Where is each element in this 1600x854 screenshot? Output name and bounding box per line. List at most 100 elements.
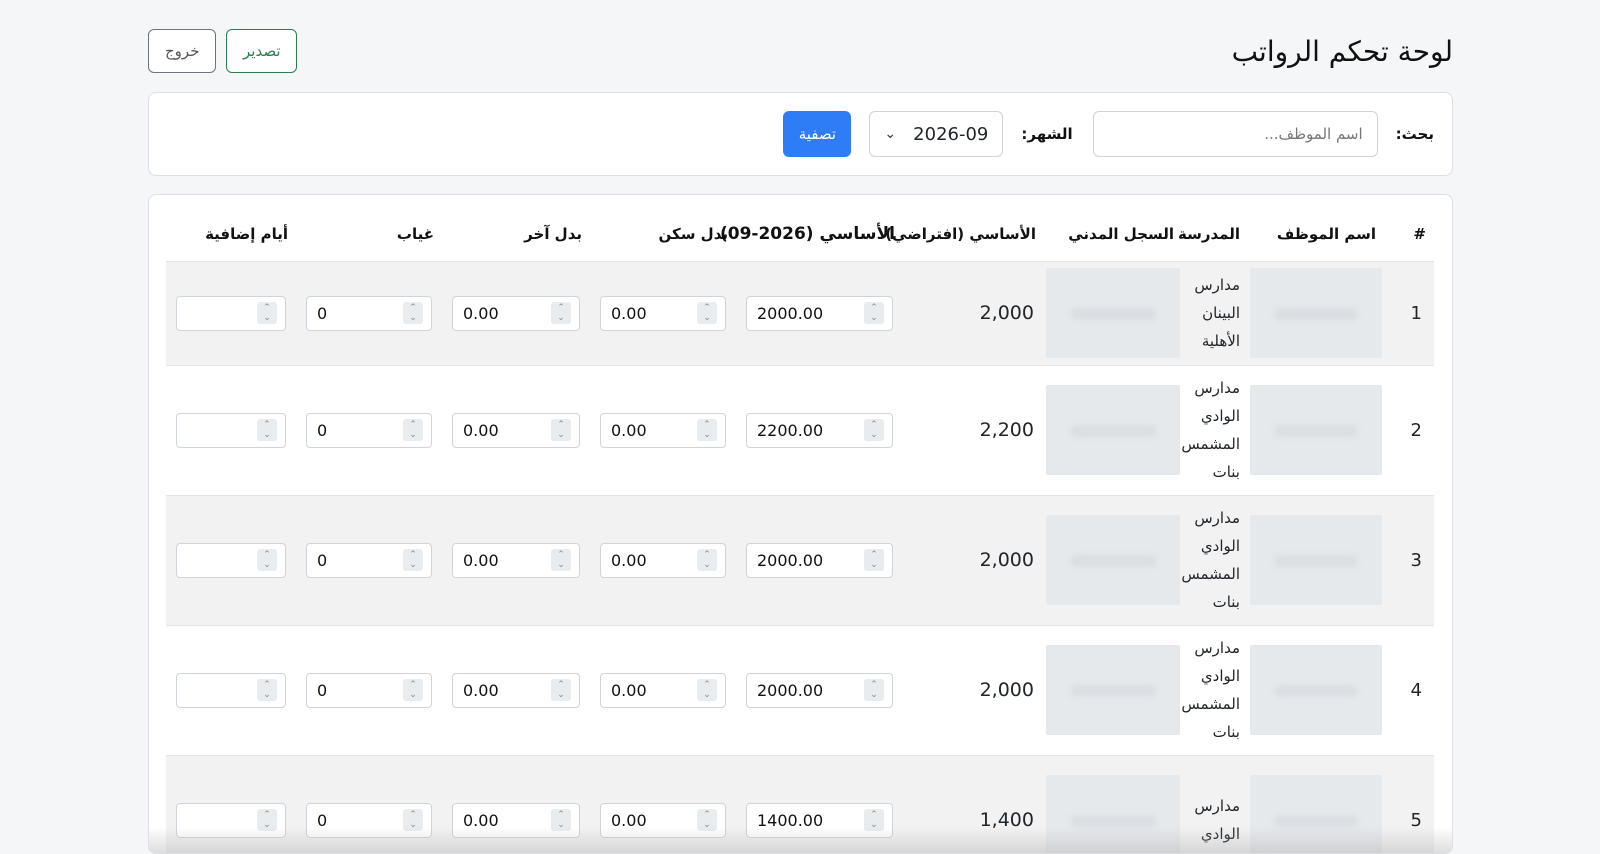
other-allowance-input[interactable]: 0.00 ⌃ ⌄	[452, 542, 580, 578]
housing-allowance-value: 0.00	[611, 680, 647, 700]
spinner-icon[interactable]: ⌃ ⌄	[697, 809, 717, 831]
redacted-civil-record	[1046, 268, 1180, 358]
school-name-line: مدارس	[1194, 639, 1240, 657]
top-bar: لوحة تحكم الرواتب خروج تصدير	[148, 24, 1453, 78]
other-allowance-input[interactable]: 0.00 ⌃ ⌄	[452, 295, 580, 331]
housing-allowance-value: 0.00	[611, 810, 647, 830]
spinner-icon[interactable]: ⌃ ⌄	[403, 679, 423, 701]
absence-input[interactable]: 0 ⌃ ⌄	[306, 672, 432, 708]
overtime-days-cell: ⌃ ⌄	[166, 365, 296, 496]
spinner-icon[interactable]: ⌃ ⌄	[257, 549, 277, 571]
overtime-days-input[interactable]: ⌃ ⌄	[176, 802, 286, 838]
housing-allowance-input[interactable]: 0.00 ⌃ ⌄	[600, 295, 726, 331]
housing-allowance-cell: 0.00 ⌃ ⌄	[590, 365, 736, 496]
table-scroll-area[interactable]: # اسم الموظف المدرسة السجل المدني الأساس…	[166, 195, 1434, 853]
school-name-line: المشمس	[1181, 695, 1240, 713]
basic-month-value: 2000.00	[757, 550, 824, 570]
header-school: المدرسة	[1178, 195, 1248, 262]
school-name-line: بنات	[1212, 723, 1240, 741]
overtime-days-input[interactable]: ⌃ ⌄	[176, 295, 286, 331]
table-header-row: # اسم الموظف المدرسة السجل المدني الأساس…	[166, 195, 1434, 262]
spinner-icon[interactable]: ⌃ ⌄	[403, 419, 423, 441]
housing-allowance-input[interactable]: 0.00 ⌃ ⌄	[600, 672, 726, 708]
spinner-icon[interactable]: ⌃ ⌄	[864, 679, 884, 701]
school-cell: مدارس الوادي المشمس بنات	[1181, 495, 1248, 626]
basic-month-cell: 2000.00 ⌃ ⌄	[736, 261, 903, 366]
basic-month-value: 2200.00	[757, 420, 824, 440]
other-allowance-input[interactable]: 0.00 ⌃ ⌄	[452, 802, 580, 838]
housing-allowance-input[interactable]: 0.00 ⌃ ⌄	[600, 542, 726, 578]
spinner-icon[interactable]: ⌃ ⌄	[257, 302, 277, 324]
housing-allowance-input[interactable]: 0.00 ⌃ ⌄	[600, 802, 726, 838]
spinner-icon[interactable]: ⌃ ⌄	[697, 419, 717, 441]
absence-value: 0	[317, 550, 328, 570]
school-name-line: بنات	[1212, 463, 1240, 481]
spinner-icon[interactable]: ⌃ ⌄	[864, 809, 884, 831]
filter-button[interactable]: تصفية	[783, 111, 852, 157]
spinner-icon[interactable]: ⌃ ⌄	[551, 809, 571, 831]
basic-month-input[interactable]: 2000.00 ⌃ ⌄	[746, 672, 893, 708]
basic-default-cell: 2,000	[903, 625, 1044, 756]
table-body: 1 مدارس البينان الأهلية 2,000 2000.00 ⌃ ⌄ 0.00 ⌃ ⌄…	[166, 261, 1434, 853]
spinner-icon[interactable]: ⌃ ⌄	[551, 419, 571, 441]
redacted-name	[1250, 775, 1382, 853]
payroll-dashboard: لوحة تحكم الرواتب خروج تصدير بحث: الشهر:…	[148, 0, 1453, 854]
overtime-days-input[interactable]: ⌃ ⌄	[176, 412, 286, 448]
spinner-icon[interactable]: ⌃ ⌄	[551, 679, 571, 701]
payroll-table-card: # اسم الموظف المدرسة السجل المدني الأساس…	[148, 194, 1453, 854]
spinner-icon[interactable]: ⌃ ⌄	[551, 302, 571, 324]
basic-month-input[interactable]: 2000.00 ⌃ ⌄	[746, 542, 893, 578]
spinner-icon[interactable]: ⌃ ⌄	[257, 679, 277, 701]
logout-button[interactable]: خروج	[148, 29, 216, 73]
basic-month-input[interactable]: 2200.00 ⌃ ⌄	[746, 412, 893, 448]
header-other: بدل آخر	[442, 195, 590, 262]
civil-record-cell	[1044, 261, 1182, 366]
spinner-icon[interactable]: ⌃ ⌄	[403, 302, 423, 324]
spinner-icon[interactable]: ⌃ ⌄	[864, 419, 884, 441]
table-row: 3 مدارس الوادي المشمس بنات 2,000 2000.00 ⌃ ⌄ 0.00…	[166, 495, 1434, 626]
other-allowance-input[interactable]: 0.00 ⌃ ⌄	[452, 412, 580, 448]
overtime-days-input[interactable]: ⌃ ⌄	[176, 672, 286, 708]
absence-input[interactable]: 0 ⌃ ⌄	[306, 802, 432, 838]
spinner-icon[interactable]: ⌃ ⌄	[697, 679, 717, 701]
spinner-icon[interactable]: ⌃ ⌄	[403, 549, 423, 571]
spinner-icon[interactable]: ⌃ ⌄	[257, 809, 277, 831]
employee-name-cell	[1248, 625, 1384, 756]
employee-name-cell	[1248, 755, 1384, 853]
civil-record-cell	[1044, 495, 1182, 626]
redacted-civil-record	[1046, 385, 1180, 475]
housing-allowance-value: 0.00	[611, 303, 647, 323]
absence-value: 0	[317, 303, 328, 323]
spinner-icon[interactable]: ⌃ ⌄	[551, 549, 571, 571]
school-cell: مدارس البينان الأهلية	[1182, 261, 1248, 366]
spinner-icon[interactable]: ⌃ ⌄	[864, 549, 884, 571]
civil-record-cell	[1044, 755, 1182, 853]
overtime-days-input[interactable]: ⌃ ⌄	[176, 542, 286, 578]
spinner-icon[interactable]: ⌃ ⌄	[403, 809, 423, 831]
basic-default-cell: 2,000	[903, 261, 1044, 366]
absence-input[interactable]: 0 ⌃ ⌄	[306, 295, 432, 331]
housing-allowance-cell: 0.00 ⌃ ⌄	[590, 755, 736, 853]
absence-value: 0	[317, 420, 328, 440]
export-button[interactable]: تصدير	[226, 29, 297, 73]
absence-input[interactable]: 0 ⌃ ⌄	[306, 542, 432, 578]
basic-month-input[interactable]: 1400.00 ⌃ ⌄	[746, 802, 893, 838]
housing-allowance-input[interactable]: 0.00 ⌃ ⌄	[600, 412, 726, 448]
absence-cell: 0 ⌃ ⌄	[296, 495, 442, 626]
spinner-icon[interactable]: ⌃ ⌄	[864, 302, 884, 324]
school-name-line: مدارس	[1194, 509, 1240, 527]
school-name-line: مدارس	[1194, 797, 1240, 815]
absence-input[interactable]: 0 ⌃ ⌄	[306, 412, 432, 448]
spinner-icon[interactable]: ⌃ ⌄	[697, 549, 717, 571]
basic-month-cell: 2000.00 ⌃ ⌄	[736, 495, 903, 626]
housing-allowance-value: 0.00	[611, 420, 647, 440]
spinner-icon[interactable]: ⌃ ⌄	[697, 302, 717, 324]
search-input[interactable]	[1092, 111, 1378, 157]
school-name-line: المشمس	[1181, 435, 1240, 453]
spinner-icon[interactable]: ⌃ ⌄	[257, 419, 277, 441]
month-select[interactable]: ⌄ 2026-09	[869, 111, 1004, 157]
basic-month-input[interactable]: 2000.00 ⌃ ⌄	[746, 295, 893, 331]
other-allowance-input[interactable]: 0.00 ⌃ ⌄	[452, 672, 580, 708]
other-allowance-cell: 0.00 ⌃ ⌄	[442, 495, 590, 626]
housing-allowance-value: 0.00	[611, 550, 647, 570]
